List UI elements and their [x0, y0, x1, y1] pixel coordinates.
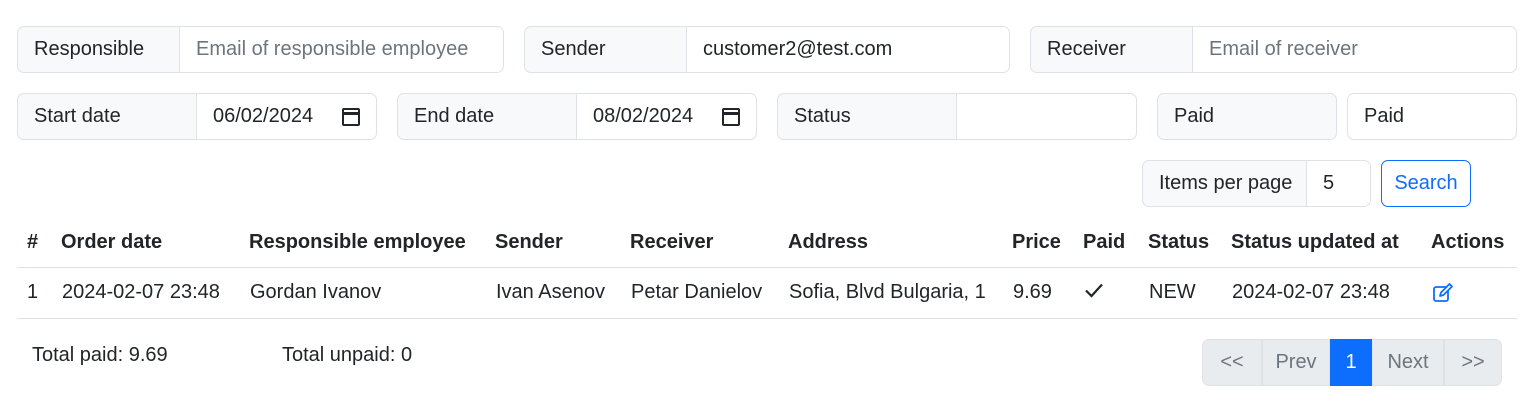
sender-input[interactable]: customer2@test.com: [687, 26, 1010, 73]
calendar-icon[interactable]: [342, 107, 360, 126]
sender-value: customer2@test.com: [703, 38, 893, 60]
edit-icon[interactable]: [1432, 282, 1454, 304]
items-per-page-value: 5: [1323, 172, 1335, 194]
column-header-responsible: Responsible employee: [249, 219, 495, 268]
last-page-button[interactable]: >>: [1444, 339, 1502, 386]
status-filter: Status: [777, 93, 1137, 140]
responsible-input[interactable]: Email of responsible employee: [180, 26, 504, 73]
table-row: 1 2024-02-07 23:48 Gordan Ivanov Ivan As…: [17, 267, 1517, 319]
paid-label: Paid: [1157, 93, 1337, 140]
calendar-icon[interactable]: [722, 107, 740, 126]
cell-status: NEW: [1148, 267, 1231, 319]
sender-label: Sender: [524, 26, 687, 73]
total-paid: Total paid: 9.69: [32, 344, 168, 366]
search-button[interactable]: Search: [1381, 160, 1471, 207]
responsible-placeholder: Email of responsible employee: [196, 38, 469, 60]
sender-filter: Sender customer2@test.com: [524, 26, 1010, 73]
column-header-paid: Paid: [1083, 219, 1148, 268]
end-date-filter: End date 08/02/2024: [397, 93, 757, 140]
start-date-filter: Start date 06/02/2024: [17, 93, 377, 140]
column-header-sender: Sender: [495, 219, 630, 268]
column-header-order-date: Order date: [61, 219, 249, 268]
cell-status-updated: 2024-02-07 23:48: [1231, 267, 1431, 319]
items-per-page-filter: Items per page 5: [1142, 160, 1371, 207]
column-header-index: #: [17, 219, 61, 268]
receiver-label: Receiver: [1030, 26, 1193, 73]
orders-table: # Order date Responsible employee Sender…: [17, 219, 1517, 319]
responsible-filter: Responsible Email of responsible employe…: [17, 26, 504, 73]
end-date-value: 08/02/2024: [593, 105, 694, 127]
first-page-button[interactable]: <<: [1202, 339, 1262, 386]
cell-index: 1: [17, 267, 61, 319]
end-date-input[interactable]: 08/02/2024: [577, 93, 757, 140]
table-header-row: # Order date Responsible employee Sender…: [17, 219, 1517, 268]
cell-order-date: 2024-02-07 23:48: [61, 267, 249, 319]
start-date-value: 06/02/2024: [213, 105, 314, 127]
column-header-address: Address: [788, 219, 1012, 268]
total-unpaid: Total unpaid: 0: [282, 344, 413, 366]
responsible-label: Responsible: [17, 26, 180, 73]
pagination: << Prev 1 Next >>: [1202, 339, 1502, 386]
items-per-page-label: Items per page: [1142, 160, 1307, 207]
column-header-actions: Actions: [1431, 219, 1517, 268]
cell-price: 9.69: [1012, 267, 1083, 319]
next-page-button[interactable]: Next: [1372, 339, 1444, 386]
cell-actions: [1431, 267, 1517, 319]
current-page-button[interactable]: 1: [1330, 339, 1372, 386]
end-date-label: End date: [397, 93, 577, 140]
cell-receiver: Petar Danielov: [630, 267, 788, 319]
paid-select[interactable]: Paid: [1347, 93, 1517, 140]
start-date-label: Start date: [17, 93, 197, 140]
receiver-placeholder: Email of receiver: [1209, 38, 1358, 60]
cell-paid: [1083, 267, 1148, 319]
column-header-status: Status: [1148, 219, 1231, 268]
start-date-input[interactable]: 06/02/2024: [197, 93, 377, 140]
cell-responsible: Gordan Ivanov: [249, 267, 495, 319]
paid-value: Paid: [1364, 105, 1405, 127]
items-per-page-input[interactable]: 5: [1307, 160, 1371, 207]
status-label: Status: [777, 93, 957, 140]
cell-address: Sofia, Blvd Bulgaria, 1: [788, 267, 1012, 319]
checkmark-icon: [1085, 283, 1103, 298]
status-select[interactable]: [957, 93, 1137, 140]
column-header-receiver: Receiver: [630, 219, 788, 268]
column-header-price: Price: [1012, 219, 1083, 268]
cell-sender: Ivan Asenov: [495, 267, 630, 319]
prev-page-button[interactable]: Prev: [1262, 339, 1330, 386]
column-header-status-updated: Status updated at: [1231, 219, 1431, 268]
receiver-input[interactable]: Email of receiver: [1193, 26, 1517, 73]
receiver-filter: Receiver Email of receiver: [1030, 26, 1517, 73]
